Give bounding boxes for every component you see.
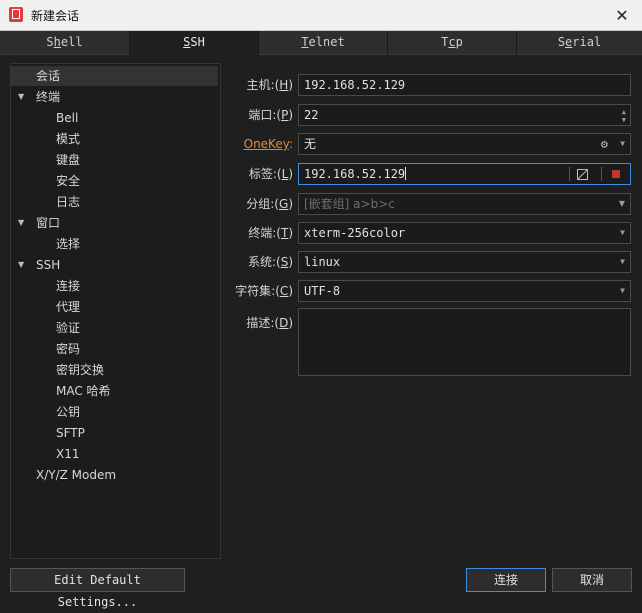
chevron-down-icon[interactable]: ▼ xyxy=(620,281,625,301)
onekey-select[interactable]: 无 ⚙ ▼ xyxy=(298,133,631,155)
edit-default-settings-button[interactable]: Edit Default Settings... xyxy=(10,568,185,609)
charset-label: 字符集:(C) xyxy=(235,284,293,298)
system-select[interactable]: linux ▼ xyxy=(298,251,631,273)
protocol-tabs: Shell SSH Telnet Tcp Serial xyxy=(0,31,642,55)
terminal-select[interactable]: xterm-256color ▼ xyxy=(298,222,631,244)
description-label: 描述:(D) xyxy=(246,316,293,330)
tree-item-selection[interactable]: 选择 xyxy=(56,234,80,254)
tree-item-mode[interactable]: 模式 xyxy=(56,129,80,149)
app-logo-icon xyxy=(9,7,23,22)
tree-item-connection[interactable]: 连接 xyxy=(56,276,80,296)
window-title: 新建会话 xyxy=(31,9,80,23)
group-label: 分组:(G) xyxy=(246,197,293,211)
port-label: 端口:(P) xyxy=(248,108,293,122)
group-select[interactable]: [嵌套组] a>b>c ▼ xyxy=(298,193,631,215)
charset-select[interactable]: UTF-8 ▼ xyxy=(298,280,631,302)
expand-arrow-icon[interactable]: ▼ xyxy=(18,255,24,275)
port-stepper[interactable]: 22 ▲ ▼ xyxy=(298,104,631,126)
tree-item-cipher[interactable]: 密码 xyxy=(56,339,80,359)
connect-button[interactable]: 连接 xyxy=(466,568,546,592)
tree-item-proxy[interactable]: 代理 xyxy=(56,297,80,317)
tree-item-auth[interactable]: 验证 xyxy=(56,318,80,338)
divider xyxy=(569,167,570,181)
tab-tcp[interactable]: Tcp xyxy=(388,31,517,55)
spin-up-icon[interactable]: ▲ xyxy=(622,108,626,116)
title-bar: 新建会话 ✕ xyxy=(0,0,642,31)
tree-item-ssh[interactable]: ▼ SSH xyxy=(11,255,218,275)
chevron-down-icon[interactable]: ▼ xyxy=(620,252,625,272)
tree-item-session[interactable]: 会话 xyxy=(11,66,218,86)
tree-item-terminal[interactable]: ▼ 终端 xyxy=(11,87,218,107)
tree-item-mac[interactable]: MAC 哈希 xyxy=(56,381,111,401)
tab-telnet[interactable]: Telnet xyxy=(259,31,388,55)
chevron-down-icon[interactable]: ▼ xyxy=(619,194,625,214)
clear-field-icon[interactable] xyxy=(577,169,588,180)
settings-tree: 会话 ▼ 终端 Bell 模式 键盘 安全 日志 ▼ 窗口 选择 ▼ SSH 连… xyxy=(10,63,221,559)
tree-item-kex[interactable]: 密钥交换 xyxy=(56,360,104,380)
chevron-down-icon[interactable]: ▼ xyxy=(620,223,625,243)
divider xyxy=(601,167,602,181)
tree-item-window[interactable]: ▼ 窗口 xyxy=(11,213,218,233)
tree-item-sftp[interactable]: SFTP xyxy=(56,423,85,443)
description-textarea[interactable] xyxy=(298,308,631,376)
tab-serial[interactable]: Serial xyxy=(517,31,642,55)
cancel-button[interactable]: 取消 xyxy=(552,568,632,592)
expand-arrow-icon[interactable]: ▼ xyxy=(18,87,24,107)
tab-ssh[interactable]: SSH xyxy=(130,31,259,55)
text-cursor xyxy=(405,167,407,180)
tab-shell[interactable]: Shell xyxy=(0,31,130,55)
tree-item-xyz-modem[interactable]: X/Y/Z Modem xyxy=(36,465,116,485)
spin-down-icon[interactable]: ▼ xyxy=(622,116,626,124)
host-input[interactable]: 192.168.52.129 xyxy=(298,74,631,96)
onekey-label: OneKey: xyxy=(243,137,293,151)
system-label: 系统:(S) xyxy=(247,255,293,269)
record-icon[interactable] xyxy=(612,170,620,178)
tag-input[interactable]: 192.168.52.129 xyxy=(298,163,631,185)
tree-item-bell[interactable]: Bell xyxy=(56,108,78,128)
expand-arrow-icon[interactable]: ▼ xyxy=(18,213,24,233)
close-button[interactable]: ✕ xyxy=(602,0,642,30)
host-label: 主机:(H) xyxy=(246,78,293,92)
terminal-label: 终端:(T) xyxy=(248,226,293,240)
tree-item-keyboard[interactable]: 键盘 xyxy=(56,150,80,170)
tree-item-x11[interactable]: X11 xyxy=(56,444,80,464)
tree-item-security[interactable]: 安全 xyxy=(56,171,80,191)
tag-label: 标签:(L) xyxy=(248,167,293,181)
close-icon: ✕ xyxy=(615,5,629,25)
tree-item-pubkey[interactable]: 公钥 xyxy=(56,402,80,422)
tree-item-log[interactable]: 日志 xyxy=(56,192,80,212)
gear-icon[interactable]: ⚙ xyxy=(601,134,608,154)
chevron-down-icon[interactable]: ▼ xyxy=(620,134,625,154)
